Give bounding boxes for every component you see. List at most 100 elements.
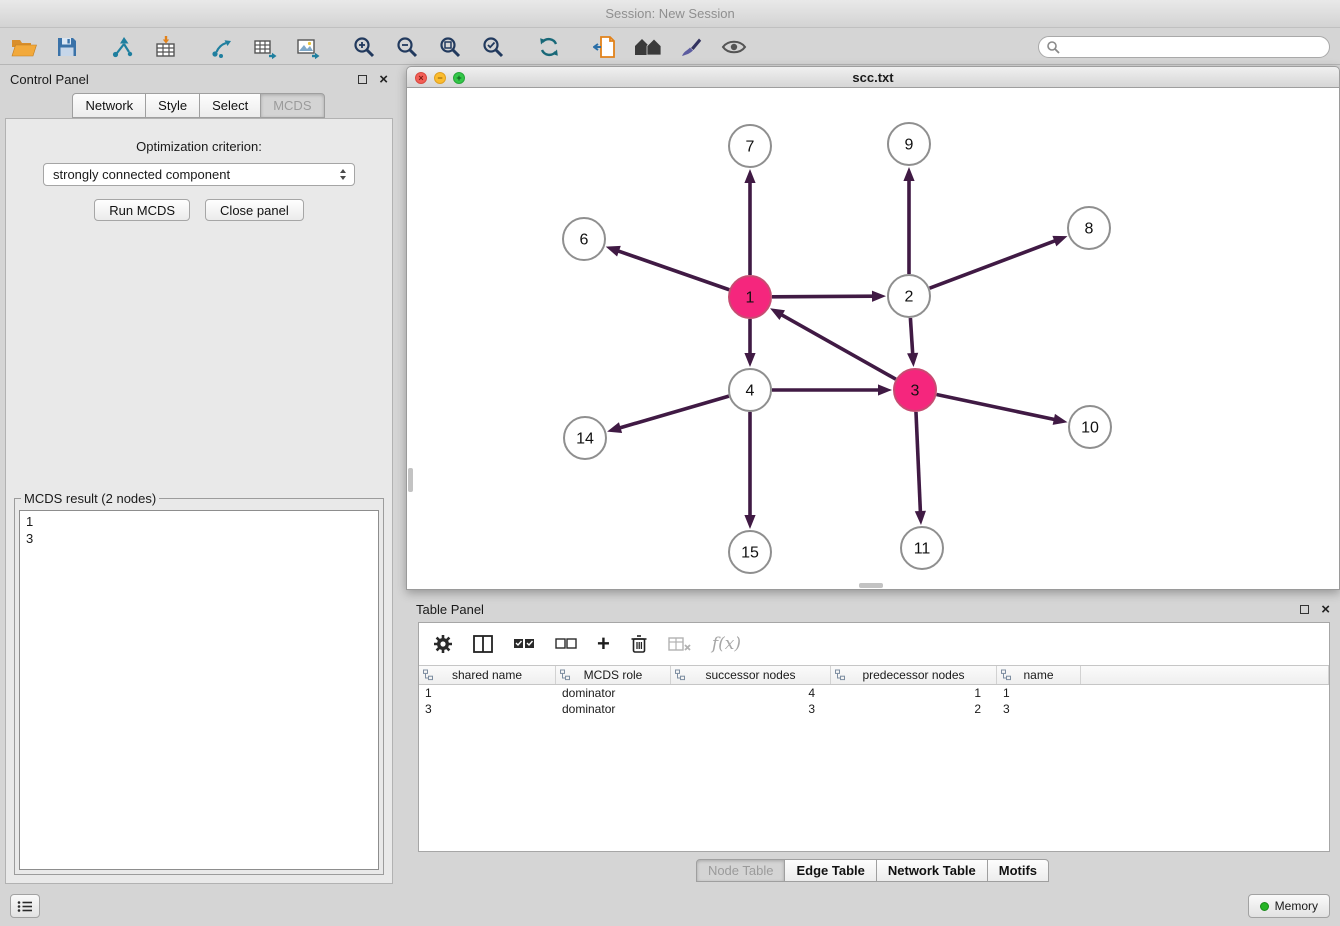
graph-edge-3-11[interactable] [916,412,920,513]
edge-arrowhead-icon [607,422,622,433]
zoom-out-button[interactable] [393,33,421,61]
window-minimize-button[interactable]: − [434,72,446,84]
float-table-panel-icon[interactable] [1300,605,1309,614]
zoom-selected-button[interactable] [479,33,507,61]
search-icon [1046,40,1060,54]
search-box[interactable] [1038,36,1330,58]
mcds-result-item[interactable]: 3 [26,530,372,547]
table-cell: 3 [419,701,556,717]
edge-arrowhead-icon [1052,236,1067,246]
table-cell: 3 [671,701,831,717]
table-header-row: shared name MCDS role successor nodesprede… [419,665,1329,685]
tab-style[interactable]: Style [145,93,200,118]
window-close-button[interactable]: × [415,72,427,84]
column-header-shared-name[interactable]: shared name [419,666,556,684]
graph-edge-2-8[interactable] [930,240,1057,288]
graph-edge-1-6[interactable] [617,251,729,290]
float-panel-icon[interactable] [358,75,367,84]
import-network-button[interactable] [109,33,137,61]
network-canvas[interactable]: 7968124314101511 [406,88,1340,590]
save-session-button[interactable] [53,33,81,61]
column-header-predecessor-nodes[interactable]: predecessor nodes [831,666,997,684]
graph-edge-3-10[interactable] [937,395,1056,420]
table-tab-node-table[interactable]: Node Table [696,859,786,882]
table-cell: 1 [997,685,1081,701]
show-hide-button[interactable] [720,33,748,61]
column-sort-icon [560,669,571,681]
import-table-icon [154,35,178,59]
graph-edge-3-1[interactable] [780,314,895,379]
zoom-fit-button[interactable] [436,33,464,61]
tab-mcds[interactable]: MCDS [260,93,324,118]
first-neighbors-button[interactable] [591,33,619,61]
graph-node-label: 3 [911,383,920,400]
table-tab-edge-table[interactable]: Edge Table [784,859,876,882]
window-zoom-button[interactable]: + [453,72,465,84]
memory-button[interactable]: Memory [1248,894,1330,918]
table-row[interactable]: 3dominator323 [419,701,1329,717]
graph-edge-1-2[interactable] [772,296,874,297]
layout-button[interactable] [634,33,662,61]
mcds-result-item[interactable]: 1 [26,513,372,530]
table-row[interactable]: 1dominator411 [419,685,1329,701]
export-table-button[interactable] [251,33,279,61]
traffic-lights: × − + [415,72,465,84]
table-tabs: Node TableEdge TableNetwork TableMotifs [406,859,1340,882]
open-session-button[interactable] [10,33,38,61]
mcds-result-list[interactable]: 13 [19,510,379,870]
criterion-dropdown[interactable]: strongly connected component [43,163,355,186]
import-table-button[interactable] [152,33,180,61]
export-image-button[interactable] [294,33,322,61]
search-input[interactable] [1065,39,1315,55]
tab-select[interactable]: Select [199,93,261,118]
column-header-label: MCDS role [584,668,643,682]
refresh-button[interactable] [535,33,563,61]
show-columns-button[interactable] [473,635,493,653]
graph-edge-2-3[interactable] [910,318,912,355]
delete-table-button[interactable] [668,636,692,652]
eye-icon [721,37,747,57]
optimization-criterion-label: Optimization criterion: [6,139,392,154]
horizontal-scrollbar-thumb[interactable] [859,583,883,588]
table-cell: 4 [671,685,831,701]
console-panel-button[interactable] [10,894,40,918]
table-cell: 1 [419,685,556,701]
graph-node-label: 1 [746,290,755,307]
graph-node-label: 6 [580,232,589,249]
function-builder-button[interactable]: f(x) [712,634,741,654]
table-cell: 1 [831,685,997,701]
close-panel-button[interactable]: Close panel [205,199,304,221]
table-cell: dominator [556,701,671,717]
export-image-icon [296,35,320,59]
mcds-result-title: MCDS result (2 nodes) [21,491,159,506]
edge-arrowhead-icon [770,308,785,320]
apply-style-button[interactable] [677,33,705,61]
table-panel-title: Table Panel [416,602,484,617]
session-title: Session: New Session [605,6,734,21]
table-tab-motifs[interactable]: Motifs [987,859,1049,882]
table-settings-button[interactable] [433,634,453,654]
deselect-all-button[interactable] [555,637,577,651]
network-graph[interactable]: 7968124314101511 [407,88,1339,588]
vertical-scrollbar-thumb[interactable] [408,468,413,492]
column-header-mcds-role[interactable]: MCDS role [556,666,671,684]
select-all-button[interactable] [513,637,535,651]
close-table-panel-icon[interactable]: × [1321,605,1330,614]
graph-node-label: 8 [1085,221,1094,238]
graph-edge-4-14[interactable] [619,396,729,428]
export-network-button[interactable] [208,33,236,61]
delete-column-button[interactable] [630,634,648,654]
column-header-successor-nodes[interactable]: successor nodes [671,666,831,684]
add-column-button[interactable]: + [597,637,610,651]
control-panel: Control Panel × NetworkStyleSelectMCDS O… [0,66,398,884]
tab-network[interactable]: Network [72,93,146,118]
first-neighbors-icon [593,35,617,59]
column-header-name[interactable]: name [997,666,1081,684]
network-window-titlebar[interactable]: × − + scc.txt [406,66,1340,88]
close-panel-icon[interactable]: × [379,75,388,84]
table-tab-network-table[interactable]: Network Table [876,859,988,882]
run-mcds-button[interactable]: Run MCDS [94,199,190,221]
zoom-in-button[interactable] [350,33,378,61]
table-cell: 3 [997,701,1081,717]
zoom-out-icon [395,35,419,59]
